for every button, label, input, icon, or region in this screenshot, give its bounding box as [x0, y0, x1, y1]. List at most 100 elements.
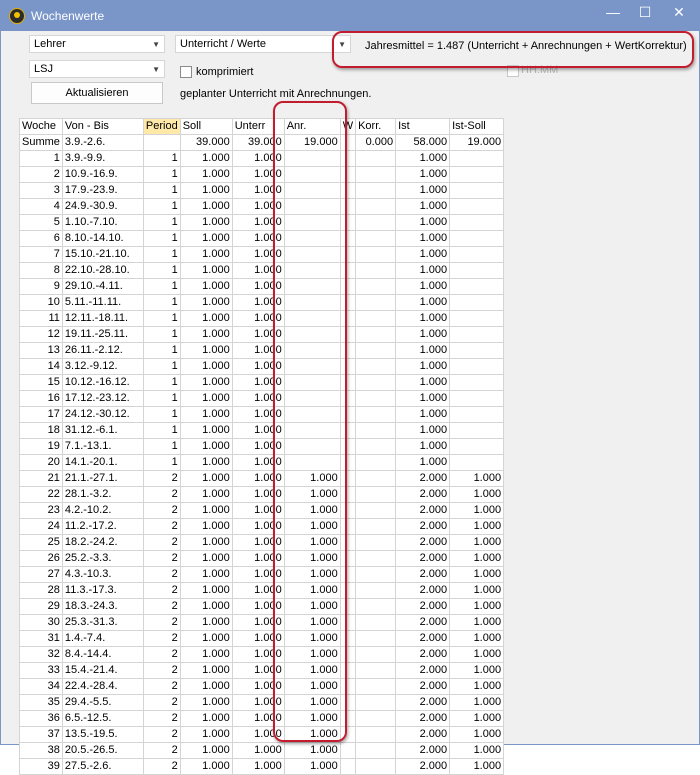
table-row[interactable]: 26 25.2.-3.3. 2 1.000 1.000 1.000 2.000 1.000 — [19, 550, 505, 567]
table-row[interactable]: 31 1.4.-7.4. 2 1.000 1.000 1.000 2.000 1.000 — [19, 630, 505, 647]
table-cell — [283, 310, 341, 327]
table-row[interactable]: 36 6.5.-12.5. 2 1.000 1.000 1.000 2.000 1.000 — [19, 710, 505, 727]
table-cell: 1.000 — [231, 374, 285, 391]
table-row[interactable]: 18 31.12.-6.1. 1 1.000 1.000 1.000 — [19, 422, 505, 439]
table-cell: 15 — [19, 374, 63, 391]
table-row[interactable]: 5 1.10.-7.10. 1 1.000 1.000 1.000 — [19, 214, 505, 231]
table-row[interactable]: 11 12.11.-18.11. 1 1.000 1.000 1.000 — [19, 310, 505, 327]
table-row[interactable]: 39 27.5.-2.6. 2 1.000 1.000 1.000 2.000 1.000 — [19, 758, 505, 775]
table-cell: 1.000 — [449, 646, 505, 663]
column-header[interactable]: W — [339, 118, 357, 135]
table-cell: 27.5.-2.6. — [61, 758, 144, 775]
table-cell — [283, 278, 341, 295]
teacher-select[interactable]: Lehrer ▼ — [29, 35, 165, 53]
summary-row[interactable]: Summe 3.9.-2.6. 39.000 39.000 19.000 0.000 58.… — [19, 134, 505, 151]
table-cell: 1.000 — [231, 390, 285, 407]
column-header[interactable]: Ist-Soll — [449, 118, 505, 135]
table-cell: 1.000 — [231, 310, 285, 327]
table-cell — [339, 182, 357, 199]
minimize-button[interactable]: — — [597, 1, 629, 25]
column-header[interactable]: Ist — [395, 118, 451, 135]
table-row[interactable]: 10 5.11.-11.11. 1 1.000 1.000 1.000 — [19, 294, 505, 311]
filter-panel: Lehrer ▼ Unterricht / Werte ▼ Jahresmitt… — [1, 31, 699, 115]
table-row[interactable]: 9 29.10.-4.11. 1 1.000 1.000 1.000 — [19, 278, 505, 295]
refresh-button[interactable]: Aktualisieren — [31, 82, 163, 104]
table-cell: 4.3.-10.3. — [61, 566, 144, 583]
column-header[interactable]: Anr. — [283, 118, 341, 135]
table-row[interactable]: 7 15.10.-21.10. 1 1.000 1.000 1.000 — [19, 246, 505, 263]
column-header[interactable]: Korr. — [355, 118, 397, 135]
table-row[interactable]: 15 10.12.-16.12. 1 1.000 1.000 1.000 — [19, 374, 505, 391]
table-row[interactable]: 37 13.5.-19.5. 2 1.000 1.000 1.000 2.000 1.000 — [19, 726, 505, 743]
window-title: Wochenwerte — [31, 9, 105, 23]
table-cell: 1.000 — [231, 230, 285, 247]
table-cell: 1.000 — [231, 662, 285, 679]
table-row[interactable]: 27 4.3.-10.3. 2 1.000 1.000 1.000 2.000 1.000 — [19, 566, 505, 583]
maximize-button[interactable]: ☐ — [629, 1, 661, 25]
table-header-row[interactable]: Woche Von - Bis Period Soll Unterr Anr. W Korr.… — [19, 118, 505, 135]
table-row[interactable]: 33 15.4.-21.4. 2 1.000 1.000 1.000 2.000 1.000 — [19, 662, 505, 679]
table-row[interactable]: 4 24.9.-30.9. 1 1.000 1.000 1.000 — [19, 198, 505, 215]
column-header[interactable]: Unterr — [231, 118, 285, 135]
table-cell: 2 — [142, 518, 181, 535]
column-header[interactable]: Soll — [179, 118, 233, 135]
table-row[interactable]: 34 22.4.-28.4. 2 1.000 1.000 1.000 2.000 1.000 — [19, 678, 505, 695]
hhmm-checkbox[interactable] — [507, 65, 519, 77]
table-row[interactable]: 2 10.9.-16.9. 1 1.000 1.000 1.000 — [19, 166, 505, 183]
table-row[interactable]: 14 3.12.-9.12. 1 1.000 1.000 1.000 — [19, 358, 505, 375]
table-cell: 1.000 — [179, 198, 233, 215]
table-cell — [355, 502, 397, 519]
table-cell: 1.000 — [395, 150, 451, 167]
table-cell — [339, 598, 357, 615]
table-row[interactable]: 28 11.3.-17.3. 2 1.000 1.000 1.000 2.000 1.000 — [19, 582, 505, 599]
table-row[interactable]: 13 26.11.-2.12. 1 1.000 1.000 1.000 — [19, 342, 505, 359]
column-header[interactable]: Period — [142, 118, 181, 135]
table-row[interactable]: 21 21.1.-27.1. 2 1.000 1.000 1.000 2.000 1.000 — [19, 470, 505, 487]
table-cell: 7 — [19, 246, 63, 263]
table-cell: 1.000 — [179, 518, 233, 535]
compress-checkbox[interactable] — [180, 66, 192, 78]
table-cell: 31.12.-6.1. — [61, 422, 144, 439]
table-cell: 22 — [19, 486, 63, 503]
table-cell: 37 — [19, 726, 63, 743]
table-row[interactable]: 32 8.4.-14.4. 2 1.000 1.000 1.000 2.000 1.000 — [19, 646, 505, 663]
period-select[interactable]: LSJ ▼ — [29, 60, 165, 78]
table-cell: 1.000 — [449, 582, 505, 599]
column-header[interactable]: Von - Bis — [61, 118, 144, 135]
table-cell — [355, 662, 397, 679]
table-row[interactable]: 1 3.9.-9.9. 1 1.000 1.000 1.000 — [19, 150, 505, 167]
table-cell — [283, 198, 341, 215]
table-row[interactable]: 20 14.1.-20.1. 1 1.000 1.000 1.000 — [19, 454, 505, 471]
table-cell: 1.000 — [179, 630, 233, 647]
table-row[interactable]: 3 17.9.-23.9. 1 1.000 1.000 1.000 — [19, 182, 505, 199]
table-cell — [339, 166, 357, 183]
table-cell: 36 — [19, 710, 63, 727]
table-row[interactable]: 35 29.4.-5.5. 2 1.000 1.000 1.000 2.000 1.000 — [19, 694, 505, 711]
table-cell — [339, 630, 357, 647]
table-row[interactable]: 30 25.3.-31.3. 2 1.000 1.000 1.000 2.000 1.000 — [19, 614, 505, 631]
table-row[interactable]: 29 18.3.-24.3. 2 1.000 1.000 1.000 2.000 1.000 — [19, 598, 505, 615]
table-row[interactable]: 16 17.12.-23.12. 1 1.000 1.000 1.000 — [19, 390, 505, 407]
table-row[interactable]: 17 24.12.-30.12. 1 1.000 1.000 1.000 — [19, 406, 505, 423]
view-select[interactable]: Unterricht / Werte ▼ — [175, 35, 351, 53]
table-cell: 1.000 — [231, 598, 285, 615]
table-row[interactable]: 8 22.10.-28.10. 1 1.000 1.000 1.000 — [19, 262, 505, 279]
column-header[interactable]: Woche — [19, 118, 63, 135]
table-cell: 10 — [19, 294, 63, 311]
table-row[interactable]: 23 4.2.-10.2. 2 1.000 1.000 1.000 2.000 1.000 — [19, 502, 505, 519]
table-cell: 1.000 — [449, 694, 505, 711]
table-cell: 1.000 — [395, 246, 451, 263]
table-row[interactable]: 25 18.2.-24.2. 2 1.000 1.000 1.000 2.000 1.000 — [19, 534, 505, 551]
table-row[interactable]: 22 28.1.-3.2. 2 1.000 1.000 1.000 2.000 1.000 — [19, 486, 505, 503]
table-cell: 1.000 — [449, 486, 505, 503]
table-cell: 1 — [142, 390, 181, 407]
table-cell: 14 — [19, 358, 63, 375]
table-row[interactable]: 12 19.11.-25.11. 1 1.000 1.000 1.000 — [19, 326, 505, 343]
table-row[interactable]: 19 7.1.-13.1. 1 1.000 1.000 1.000 — [19, 438, 505, 455]
table-row[interactable]: 6 8.10.-14.10. 1 1.000 1.000 1.000 — [19, 230, 505, 247]
table-cell — [449, 214, 505, 231]
close-button[interactable]: ✕ — [663, 1, 695, 25]
table-cell: 1.000 — [179, 454, 233, 471]
table-cell: 27 — [19, 566, 63, 583]
table-row[interactable]: 24 11.2.-17.2. 2 1.000 1.000 1.000 2.000 1.000 — [19, 518, 505, 535]
